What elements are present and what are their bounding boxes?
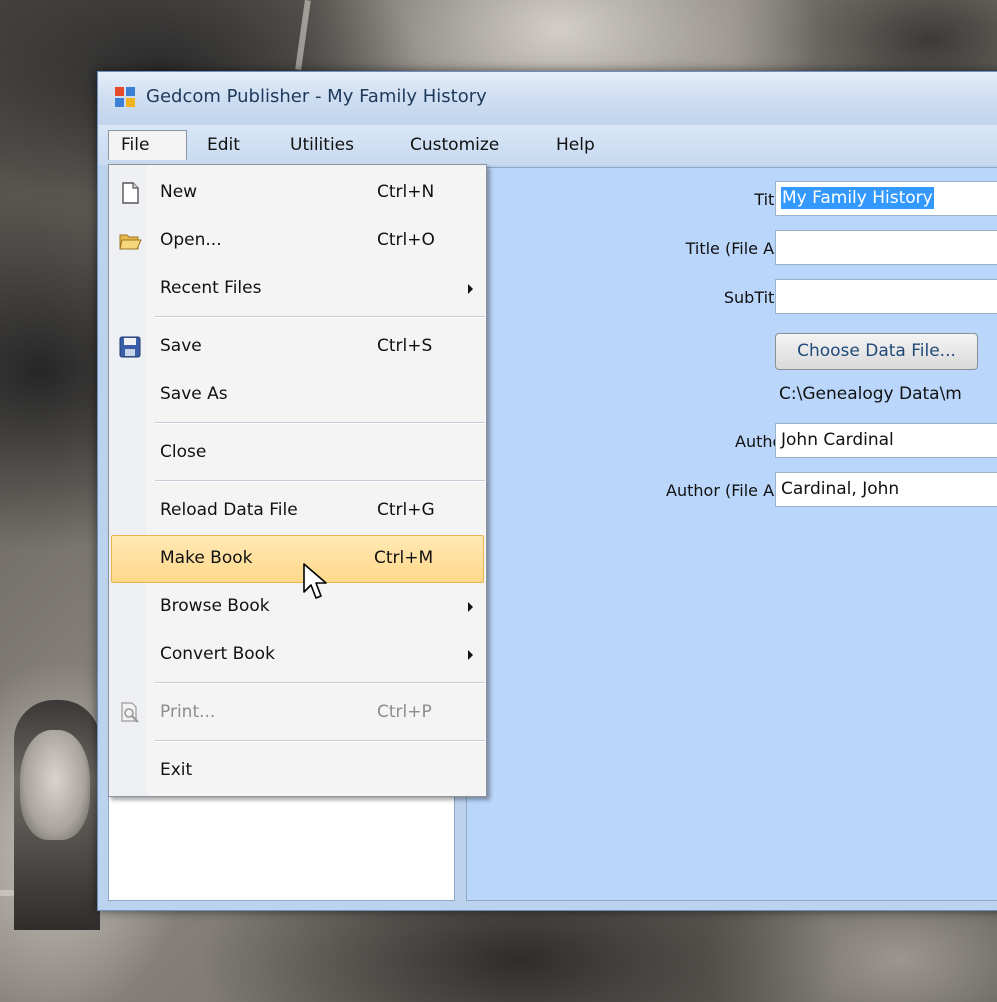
menu-item-make-book[interactable]: Make Book Ctrl+M	[111, 535, 484, 583]
title-bar[interactable]: Gedcom Publisher - My Family History	[98, 72, 997, 125]
menu-item-open[interactable]: Open... Ctrl+O	[111, 223, 484, 259]
menu-item-shortcut: Ctrl+O	[377, 230, 435, 250]
menu-item-shortcut: Ctrl+G	[377, 500, 435, 520]
menu-item-exit[interactable]: Exit	[111, 753, 484, 789]
mouse-cursor-icon	[303, 563, 327, 599]
menu-utilities[interactable]: Utilities	[278, 130, 366, 160]
menu-item-label: Save	[160, 336, 202, 356]
menu-item-shortcut: Ctrl+S	[377, 336, 433, 356]
data-file-path: C:\Genealogy Data\m	[779, 384, 962, 404]
menu-item-save-as[interactable]: Save As	[111, 377, 484, 413]
menu-item-label: Close	[160, 442, 207, 462]
menu-item-recent-files[interactable]: Recent Files	[111, 271, 484, 307]
save-disk-icon	[119, 336, 141, 358]
menu-item-label: Print...	[160, 702, 216, 722]
menu-item-save[interactable]: Save Ctrl+S	[111, 329, 484, 365]
choose-data-file-button[interactable]: Choose Data File...	[775, 333, 978, 370]
submenu-arrow-icon	[468, 284, 473, 294]
properties-panel: Title: My Family History Title (File As)…	[466, 167, 997, 901]
menu-item-label: Exit	[160, 760, 193, 780]
menu-item-new[interactable]: New Ctrl+N	[111, 175, 484, 211]
menu-item-label: Reload Data File	[160, 500, 298, 520]
menu-item-reload-data-file[interactable]: Reload Data File Ctrl+G	[111, 493, 484, 529]
submenu-arrow-icon	[468, 602, 473, 612]
print-preview-icon	[121, 702, 139, 723]
menu-customize[interactable]: Customize	[398, 130, 511, 160]
menu-item-shortcut: Ctrl+M	[374, 548, 434, 568]
subtitle-input[interactable]	[775, 279, 997, 314]
menu-item-label: Open...	[160, 230, 222, 250]
menu-separator	[155, 740, 485, 742]
app-icon	[115, 87, 135, 107]
author-file-as-input[interactable]: Cardinal, John	[775, 472, 997, 507]
menu-separator	[155, 316, 485, 318]
menu-edit[interactable]: Edit	[195, 130, 252, 160]
menu-item-label: Convert Book	[160, 644, 275, 664]
menu-separator	[155, 422, 485, 424]
menu-item-shortcut: Ctrl+N	[377, 182, 435, 202]
file-menu-dropdown: New Ctrl+N Open... Ctrl+O Recent Files S…	[108, 164, 487, 797]
photo-face	[20, 730, 90, 840]
menu-separator	[155, 682, 485, 684]
menu-separator	[155, 480, 485, 482]
menu-item-shortcut: Ctrl+P	[377, 702, 432, 722]
title-input[interactable]: My Family History	[775, 181, 997, 216]
menu-item-label: Recent Files	[160, 278, 262, 298]
menu-help[interactable]: Help	[544, 130, 607, 160]
menu-item-browse-book[interactable]: Browse Book	[111, 589, 484, 625]
submenu-arrow-icon	[468, 650, 473, 660]
menu-item-print[interactable]: Print... Ctrl+P	[111, 695, 484, 731]
author-input[interactable]: John Cardinal	[775, 423, 997, 458]
menu-item-convert-book[interactable]: Convert Book	[111, 637, 484, 673]
menu-item-close[interactable]: Close	[111, 435, 484, 471]
menu-item-label: Make Book	[160, 548, 253, 568]
title-file-as-input[interactable]	[775, 230, 997, 265]
open-folder-icon	[119, 234, 142, 250]
title-input-value: My Family History	[781, 187, 934, 209]
menu-file[interactable]: File	[108, 130, 187, 160]
window-title: Gedcom Publisher - My Family History	[146, 86, 487, 107]
menu-item-label: Save As	[160, 384, 228, 404]
menu-item-label: Browse Book	[160, 596, 270, 616]
new-document-icon	[122, 182, 139, 204]
menu-item-label: New	[160, 182, 198, 202]
menu-bar: File Edit Utilities Customize Help	[98, 125, 997, 165]
